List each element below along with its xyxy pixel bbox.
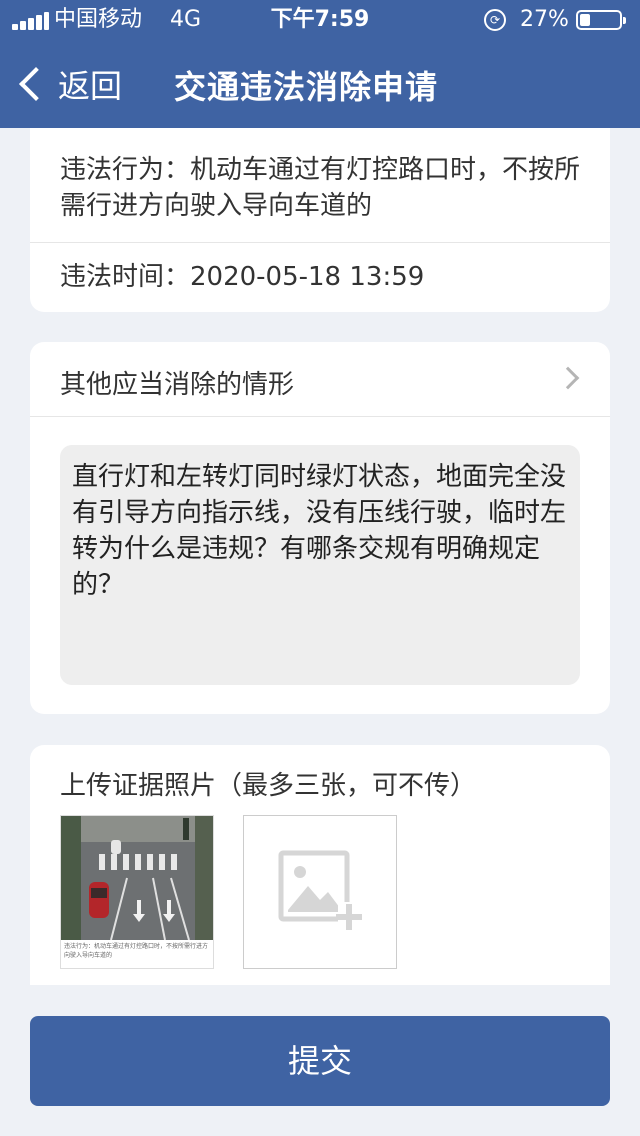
battery-icon	[576, 10, 626, 30]
rotation-lock-icon: ⟳	[484, 9, 506, 31]
violation-card: 违法行为：机动车通过有灯控路口时，不按所需行进方向驶入导向车道的 违法时间：20…	[30, 128, 610, 312]
divider	[30, 416, 610, 417]
photo-caption: 违法行为：机动车通过有灯控路口时，不按所需行进方向驶入导向车道的	[64, 943, 209, 959]
other-situation-selector[interactable]: 其他应当消除的情形	[30, 342, 610, 416]
add-image-icon	[278, 850, 362, 930]
battery-percent: 27%	[520, 7, 569, 32]
violation-time: 违法时间：2020-05-18 13:59	[60, 262, 425, 292]
app-header: 中国移动 4G 下午7:59 ⟳ 27% 返回 交通违法消除申请	[0, 0, 640, 128]
divider	[30, 242, 610, 243]
violation-behavior: 违法行为：机动车通过有灯控路口时，不按所需行进方向驶入导向车道的	[60, 155, 581, 221]
chevron-left-icon	[19, 67, 53, 101]
evidence-photo-thumbnail[interactable]: 违法行为：机动车通过有灯控路口时，不按所需行进方向驶入导向车道的	[60, 815, 214, 969]
page-title: 交通违法消除申请	[174, 68, 439, 106]
back-label: 返回	[58, 67, 123, 105]
situation-text-input[interactable]: 直行灯和左转灯同时绿灯状态，地面完全没有引导方向指示线，没有压线行驶，临时左转为…	[60, 445, 580, 685]
other-situation-card: 其他应当消除的情形 直行灯和左转灯同时绿灯状态，地面完全没有引导方向指示线，没有…	[30, 342, 610, 714]
chevron-right-icon	[556, 366, 580, 390]
upload-title: 上传证据照片（最多三张，可不传）	[60, 771, 477, 801]
add-photo-button[interactable]	[243, 815, 397, 969]
upload-card: 上传证据照片（最多三张，可不传） 违法行为：机动车通过有灯控路口时，不按所需行进…	[30, 745, 610, 985]
submit-button[interactable]: 提交	[30, 1016, 610, 1106]
status-bar: 中国移动 4G 下午7:59 ⟳ 27%	[0, 0, 640, 40]
back-button[interactable]: 返回	[14, 58, 122, 110]
other-situation-label: 其他应当消除的情形	[60, 370, 295, 400]
